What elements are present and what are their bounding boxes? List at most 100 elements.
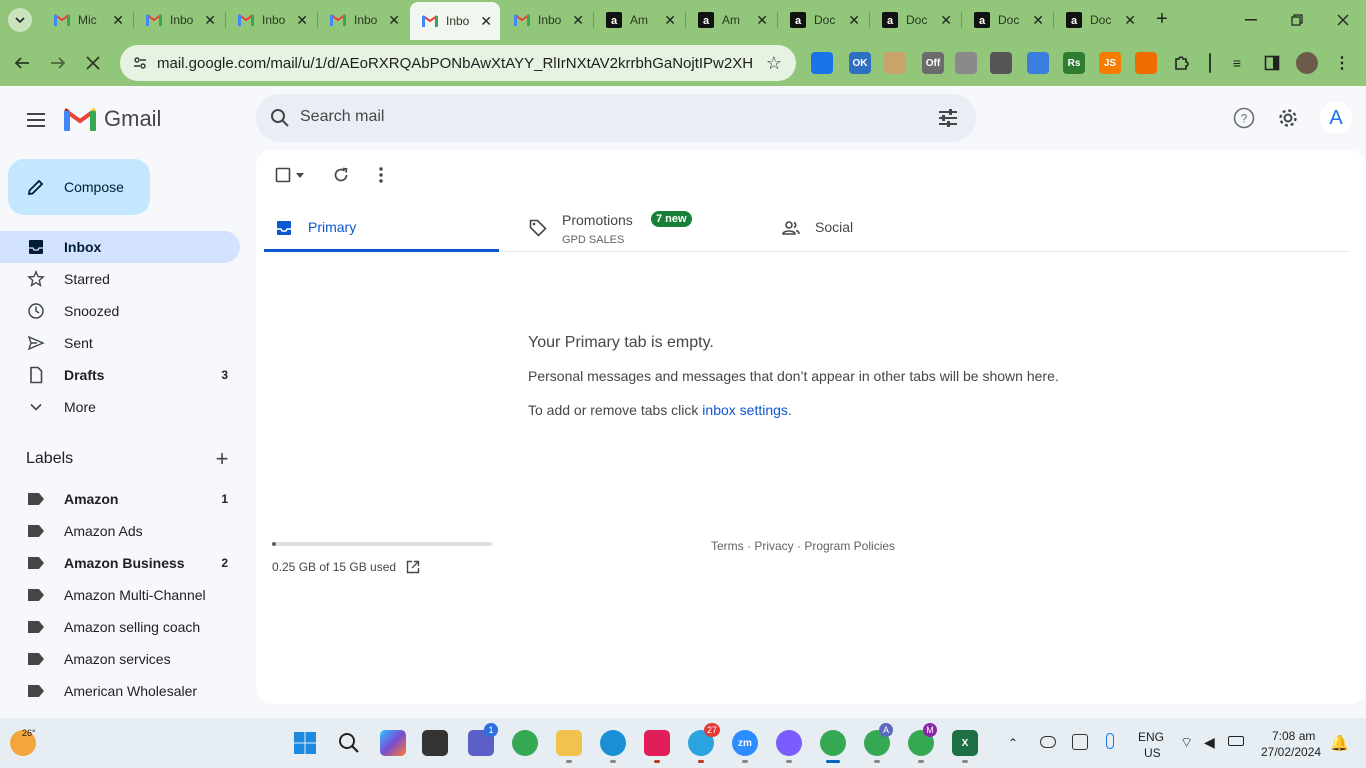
browser-tab[interactable]: Mic ✕ — [42, 4, 132, 36]
bookmark-star-icon[interactable]: ☆ — [766, 53, 782, 74]
ext-1-icon[interactable] — [811, 52, 833, 74]
tab-primary[interactable]: Primary — [264, 204, 499, 252]
stop-loading-button[interactable] — [78, 48, 108, 78]
sync-icon[interactable] — [1072, 734, 1088, 750]
region-indicator[interactable]: US — [1144, 746, 1161, 760]
ext-5-icon[interactable] — [955, 52, 977, 74]
messenger-icon[interactable] — [776, 730, 802, 756]
slack-icon[interactable] — [644, 730, 670, 756]
browser-tab[interactable]: Inbo ✕ — [410, 2, 500, 40]
browser-tab[interactable]: a Doc ✕ — [1054, 4, 1144, 36]
browser-tab[interactable]: a Doc ✕ — [778, 4, 868, 36]
language-indicator[interactable]: ENG — [1138, 730, 1164, 744]
excel-icon[interactable]: X — [952, 730, 978, 756]
minimize-button[interactable] — [1228, 6, 1274, 34]
compose-button[interactable]: Compose — [8, 159, 150, 215]
copilot-icon[interactable] — [380, 730, 406, 756]
label-item[interactable]: American Wholesaler — [0, 675, 240, 707]
address-bar[interactable]: mail.google.com/mail/u/1/d/AEoRXRQAbPONb… — [120, 45, 796, 81]
select-dropdown[interactable] — [292, 164, 308, 186]
support-button[interactable]: ? — [1232, 106, 1256, 130]
label-item[interactable]: Amazon selling coach — [0, 611, 240, 643]
ext-10-icon[interactable] — [1135, 52, 1157, 74]
search-icon[interactable] — [268, 106, 292, 130]
label-item[interactable]: Amazon 1 — [0, 483, 240, 515]
forward-button[interactable] — [43, 48, 73, 78]
menu-kebab-icon[interactable]: ⋮ — [1331, 52, 1353, 74]
onedrive-icon[interactable] — [1040, 736, 1056, 748]
close-tab-icon[interactable]: ✕ — [756, 12, 768, 29]
browser-tab[interactable]: a Doc ✕ — [870, 4, 960, 36]
sidebar-item-drafts[interactable]: Drafts 3 — [0, 359, 240, 391]
chevron-up-icon[interactable]: ⌃ — [1008, 736, 1018, 750]
clock-time[interactable]: 7:08 am — [1272, 729, 1315, 743]
back-button[interactable] — [7, 48, 37, 78]
volume-icon[interactable]: ◀ — [1204, 734, 1215, 751]
add-label-button[interactable]: + — [212, 448, 232, 470]
more-actions-button[interactable] — [370, 164, 392, 186]
ext-ok-icon[interactable]: OK — [849, 52, 871, 74]
edge-icon[interactable] — [600, 730, 626, 756]
open-in-new-icon[interactable] — [406, 560, 420, 574]
gmail-logo[interactable]: Gmail — [64, 106, 161, 132]
taskbar-search-button[interactable] — [336, 730, 362, 756]
label-item[interactable]: Amazon Ads — [0, 515, 240, 547]
sidebar-item-snoozed[interactable]: Snoozed — [0, 295, 240, 327]
start-button[interactable] — [292, 730, 318, 756]
close-tab-icon[interactable]: ✕ — [1124, 12, 1136, 29]
extensions-puzzle-icon[interactable] — [1171, 52, 1193, 74]
browser-tab[interactable]: Inbo ✕ — [134, 4, 224, 36]
new-tab-button[interactable]: + — [1150, 8, 1174, 32]
side-panel-icon[interactable] — [1261, 52, 1283, 74]
refresh-button[interactable] — [330, 164, 352, 186]
browser-tab[interactable]: a Am ✕ — [686, 4, 776, 36]
browser-tab[interactable]: Inbo ✕ — [502, 4, 592, 36]
media-control-icon[interactable]: ≡ — [1226, 52, 1248, 74]
search-input[interactable]: Search mail — [300, 108, 384, 126]
select-all-checkbox[interactable] — [272, 164, 294, 186]
ext-7-icon[interactable] — [1027, 52, 1049, 74]
tab-search-button[interactable] — [8, 8, 32, 32]
wifi-icon[interactable]: ⌔ — [1180, 734, 1193, 752]
sidebar-item-sent[interactable]: Sent — [0, 327, 240, 359]
label-item[interactable]: Amazon services — [0, 643, 240, 675]
ext-off-icon[interactable]: Off — [922, 52, 944, 74]
close-window-button[interactable] — [1320, 6, 1366, 34]
ext-js-icon[interactable]: JS — [1099, 52, 1121, 74]
sidebar-item-starred[interactable]: Starred — [0, 263, 240, 295]
inbox-settings-link[interactable]: inbox settings — [702, 402, 788, 418]
close-tab-icon[interactable]: ✕ — [848, 12, 860, 29]
close-tab-icon[interactable]: ✕ — [204, 12, 216, 29]
close-tab-icon[interactable]: ✕ — [664, 12, 676, 29]
restore-button[interactable] — [1274, 6, 1320, 34]
notification-bell-icon[interactable]: 🔔 — [1330, 734, 1349, 752]
settings-button[interactable] — [1276, 106, 1300, 130]
close-tab-icon[interactable]: ✕ — [388, 12, 400, 29]
close-tab-icon[interactable]: ✕ — [940, 12, 952, 29]
close-tab-icon[interactable]: ✕ — [480, 13, 492, 30]
tab-promotions[interactable]: Promotions 7 new GPD SALES — [518, 204, 753, 252]
ext-rs-icon[interactable]: Rs — [1063, 52, 1085, 74]
chrome-icon[interactable] — [512, 730, 538, 756]
close-tab-icon[interactable]: ✕ — [572, 12, 584, 29]
label-item[interactable]: Amazon Business 2 — [0, 547, 240, 579]
main-menu-button[interactable] — [20, 104, 52, 136]
sidebar-item-inbox[interactable]: Inbox — [0, 231, 240, 263]
zoom-icon[interactable]: zm — [732, 730, 758, 756]
label-item[interactable]: Amazon Multi-Channel — [0, 579, 240, 611]
clock-date[interactable]: 27/02/2024 — [1261, 745, 1321, 759]
task-view-icon[interactable] — [422, 730, 448, 756]
browser-tab[interactable]: a Doc ✕ — [962, 4, 1052, 36]
microphone-icon[interactable] — [1106, 733, 1114, 749]
footer-links[interactable]: Terms · Privacy · Program Policies — [711, 539, 895, 553]
search-bar[interactable]: Search mail — [256, 94, 976, 142]
browser-tab[interactable]: Inbo ✕ — [226, 4, 316, 36]
sidebar-item-more[interactable]: More — [0, 391, 240, 423]
ext-3-icon[interactable] — [884, 52, 906, 74]
tab-social[interactable]: Social — [771, 204, 1006, 252]
browser-tab[interactable]: a Am ✕ — [594, 4, 684, 36]
close-tab-icon[interactable]: ✕ — [296, 12, 308, 29]
ext-6-icon[interactable] — [990, 52, 1012, 74]
battery-icon[interactable] — [1228, 736, 1244, 746]
profile-avatar[interactable] — [1296, 52, 1318, 74]
